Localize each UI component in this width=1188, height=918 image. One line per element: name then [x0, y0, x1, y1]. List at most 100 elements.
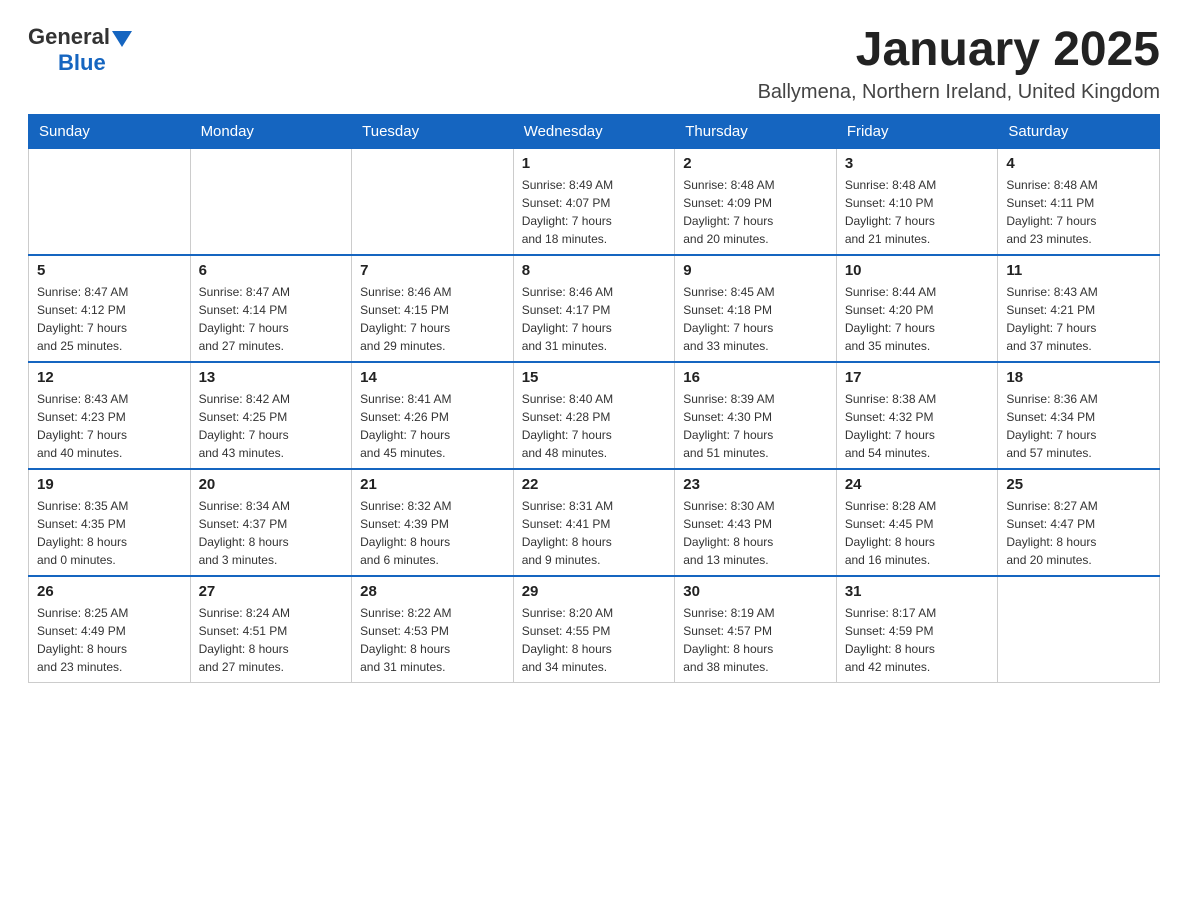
day-number: 29	[522, 583, 667, 600]
calendar-day-cell: 27 Sunrise: 8:24 AM Sunset: 4:51 PM Dayli…	[190, 576, 352, 683]
day-number: 12	[37, 369, 182, 386]
calendar-day-cell: 3Sunrise: 8:48 AM Sunset: 4:10 PM Daylig…	[836, 148, 998, 255]
day-number: 5	[37, 262, 182, 279]
calendar-day-cell: 26 Sunrise: 8:25 AM Sunset: 4:49 PM Dayli…	[29, 576, 191, 683]
calendar-header-row: SundayMondayTuesdayWednesdayThursdayFrid…	[29, 114, 1160, 148]
day-info: Sunrise: 8:34 AM Sunset: 4:37 PM Dayligh…	[199, 497, 344, 569]
day-info: Sunrise: 8:30 AM Sunset: 4:43 PM Dayligh…	[683, 497, 828, 569]
calendar-header-wednesday: Wednesday	[513, 114, 675, 148]
day-number: 4	[1006, 155, 1151, 172]
calendar-day-cell: 16 Sunrise: 8:39 AM Sunset: 4:30 PM Dayli…	[675, 362, 837, 469]
day-info: Sunrise: 8:47 AM Sunset: 4:14 PM Dayligh…	[199, 283, 344, 355]
day-number: 16	[683, 369, 828, 386]
day-info: Sunrise: 8:48 AM Sunset: 4:11 PM Dayligh…	[1006, 176, 1151, 248]
day-number: 30	[683, 583, 828, 600]
day-number: 9	[683, 262, 828, 279]
day-number: 20	[199, 476, 344, 493]
day-number: 15	[522, 369, 667, 386]
day-info: Sunrise: 8:42 AM Sunset: 4:25 PM Dayligh…	[199, 390, 344, 462]
day-info: Sunrise: 8:46 AM Sunset: 4:17 PM Dayligh…	[522, 283, 667, 355]
calendar-day-cell: 13 Sunrise: 8:42 AM Sunset: 4:25 PM Dayli…	[190, 362, 352, 469]
calendar-day-cell: 30 Sunrise: 8:19 AM Sunset: 4:57 PM Dayli…	[675, 576, 837, 683]
calendar-header-monday: Monday	[190, 114, 352, 148]
calendar-header-thursday: Thursday	[675, 114, 837, 148]
day-number: 13	[199, 369, 344, 386]
day-info: Sunrise: 8:36 AM Sunset: 4:34 PM Dayligh…	[1006, 390, 1151, 462]
day-info: Sunrise: 8:43 AM Sunset: 4:23 PM Dayligh…	[37, 390, 182, 462]
calendar-day-cell: 15Sunrise: 8:40 AM Sunset: 4:28 PM Dayli…	[513, 362, 675, 469]
day-number: 7	[360, 262, 505, 279]
calendar-day-cell: 24Sunrise: 8:28 AM Sunset: 4:45 PM Dayli…	[836, 469, 998, 576]
subtitle: Ballymena, Northern Ireland, United King…	[758, 81, 1160, 104]
day-number: 22	[522, 476, 667, 493]
day-info: Sunrise: 8:19 AM Sunset: 4:57 PM Dayligh…	[683, 604, 828, 676]
calendar-day-cell: 22 Sunrise: 8:31 AM Sunset: 4:41 PM Dayli…	[513, 469, 675, 576]
day-number: 21	[360, 476, 505, 493]
day-number: 24	[845, 476, 990, 493]
day-number: 23	[683, 476, 828, 493]
calendar-day-cell: 28 Sunrise: 8:22 AM Sunset: 4:53 PM Dayli…	[352, 576, 514, 683]
day-number: 26	[37, 583, 182, 600]
day-info: Sunrise: 8:20 AM Sunset: 4:55 PM Dayligh…	[522, 604, 667, 676]
calendar-header-tuesday: Tuesday	[352, 114, 514, 148]
calendar-day-cell: 4 Sunrise: 8:48 AM Sunset: 4:11 PM Daylig…	[998, 148, 1160, 255]
day-number: 17	[845, 369, 990, 386]
day-info: Sunrise: 8:45 AM Sunset: 4:18 PM Dayligh…	[683, 283, 828, 355]
day-number: 11	[1006, 262, 1151, 279]
calendar-week-row: 12 Sunrise: 8:43 AM Sunset: 4:23 PM Dayli…	[29, 362, 1160, 469]
logo-general-text: General	[28, 24, 110, 50]
day-info: Sunrise: 8:22 AM Sunset: 4:53 PM Dayligh…	[360, 604, 505, 676]
day-number: 28	[360, 583, 505, 600]
day-info: Sunrise: 8:24 AM Sunset: 4:51 PM Dayligh…	[199, 604, 344, 676]
calendar-day-cell: 10 Sunrise: 8:44 AM Sunset: 4:20 PM Dayli…	[836, 255, 998, 362]
calendar-day-cell: 20 Sunrise: 8:34 AM Sunset: 4:37 PM Dayli…	[190, 469, 352, 576]
day-info: Sunrise: 8:35 AM Sunset: 4:35 PM Dayligh…	[37, 497, 182, 569]
day-number: 3	[845, 155, 990, 172]
page-header: General Blue January 2025 Ballymena, Nor…	[28, 24, 1160, 104]
day-number: 10	[845, 262, 990, 279]
calendar-day-cell: 19 Sunrise: 8:35 AM Sunset: 4:35 PM Dayli…	[29, 469, 191, 576]
calendar-header-friday: Friday	[836, 114, 998, 148]
calendar-day-cell: 21Sunrise: 8:32 AM Sunset: 4:39 PM Dayli…	[352, 469, 514, 576]
calendar-week-row: 26 Sunrise: 8:25 AM Sunset: 4:49 PM Dayli…	[29, 576, 1160, 683]
calendar-week-row: 19 Sunrise: 8:35 AM Sunset: 4:35 PM Dayli…	[29, 469, 1160, 576]
calendar-day-cell: 2 Sunrise: 8:48 AM Sunset: 4:09 PM Daylig…	[675, 148, 837, 255]
calendar-header-saturday: Saturday	[998, 114, 1160, 148]
calendar-day-cell	[352, 148, 514, 255]
day-info: Sunrise: 8:46 AM Sunset: 4:15 PM Dayligh…	[360, 283, 505, 355]
day-info: Sunrise: 8:48 AM Sunset: 4:09 PM Dayligh…	[683, 176, 828, 248]
day-info: Sunrise: 8:38 AM Sunset: 4:32 PM Dayligh…	[845, 390, 990, 462]
day-number: 2	[683, 155, 828, 172]
day-info: Sunrise: 8:25 AM Sunset: 4:49 PM Dayligh…	[37, 604, 182, 676]
calendar-day-cell: 5 Sunrise: 8:47 AM Sunset: 4:12 PM Daylig…	[29, 255, 191, 362]
day-info: Sunrise: 8:43 AM Sunset: 4:21 PM Dayligh…	[1006, 283, 1151, 355]
logo-blue-text: Blue	[58, 50, 106, 76]
calendar-day-cell: 7 Sunrise: 8:46 AM Sunset: 4:15 PM Daylig…	[352, 255, 514, 362]
calendar-day-cell: 18Sunrise: 8:36 AM Sunset: 4:34 PM Dayli…	[998, 362, 1160, 469]
calendar-day-cell: 11 Sunrise: 8:43 AM Sunset: 4:21 PM Dayli…	[998, 255, 1160, 362]
day-info: Sunrise: 8:44 AM Sunset: 4:20 PM Dayligh…	[845, 283, 990, 355]
calendar-week-row: 5 Sunrise: 8:47 AM Sunset: 4:12 PM Daylig…	[29, 255, 1160, 362]
calendar-day-cell: 31Sunrise: 8:17 AM Sunset: 4:59 PM Dayli…	[836, 576, 998, 683]
day-number: 25	[1006, 476, 1151, 493]
day-number: 19	[37, 476, 182, 493]
calendar-week-row: 1 Sunrise: 8:49 AM Sunset: 4:07 PM Daylig…	[29, 148, 1160, 255]
main-title: January 2025	[758, 24, 1160, 77]
day-info: Sunrise: 8:47 AM Sunset: 4:12 PM Dayligh…	[37, 283, 182, 355]
day-number: 1	[522, 155, 667, 172]
logo: General Blue	[28, 24, 132, 76]
calendar-day-cell: 1 Sunrise: 8:49 AM Sunset: 4:07 PM Daylig…	[513, 148, 675, 255]
day-info: Sunrise: 8:31 AM Sunset: 4:41 PM Dayligh…	[522, 497, 667, 569]
day-number: 27	[199, 583, 344, 600]
calendar-day-cell: 9 Sunrise: 8:45 AM Sunset: 4:18 PM Daylig…	[675, 255, 837, 362]
day-number: 14	[360, 369, 505, 386]
calendar-day-cell: 29 Sunrise: 8:20 AM Sunset: 4:55 PM Dayli…	[513, 576, 675, 683]
day-info: Sunrise: 8:39 AM Sunset: 4:30 PM Dayligh…	[683, 390, 828, 462]
calendar-table: SundayMondayTuesdayWednesdayThursdayFrid…	[28, 114, 1160, 683]
day-number: 6	[199, 262, 344, 279]
calendar-header-sunday: Sunday	[29, 114, 191, 148]
calendar-day-cell: 23 Sunrise: 8:30 AM Sunset: 4:43 PM Dayli…	[675, 469, 837, 576]
day-info: Sunrise: 8:49 AM Sunset: 4:07 PM Dayligh…	[522, 176, 667, 248]
day-number: 8	[522, 262, 667, 279]
day-info: Sunrise: 8:27 AM Sunset: 4:47 PM Dayligh…	[1006, 497, 1151, 569]
